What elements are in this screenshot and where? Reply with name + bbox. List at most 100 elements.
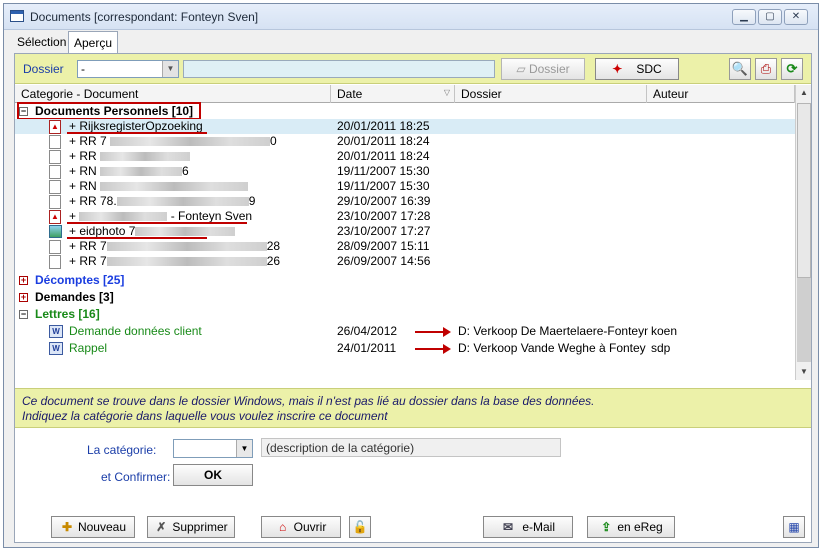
dossier-button-label: Dossier (528, 62, 570, 76)
column-header-category[interactable]: Categorie - Document (15, 85, 331, 103)
export-button[interactable]: ▦ (783, 516, 805, 538)
document-icon (49, 195, 61, 209)
table-row[interactable]: + RR 78. 9 29/10/2007 16:39 (15, 194, 795, 209)
document-date: 29/10/2007 16:39 (337, 194, 431, 208)
message-line-2: Indiquez la catégorie dans laquelle vous… (22, 409, 388, 423)
scroll-up-icon[interactable]: ▲ (796, 85, 812, 101)
apercu-panel: Dossier - ▼ ▱ Dossier ✦ SDC 🔍 ⎙ ⟳ Categor… (14, 53, 812, 543)
dossier-label: Dossier (23, 62, 64, 76)
group-row-lettres[interactable]: − Lettres [16] (15, 307, 795, 322)
table-row[interactable]: W Rappel 24/01/2011 D: Verkoop Vande Weg… (15, 341, 795, 356)
dossier-text-field[interactable] (183, 60, 495, 78)
document-icon (49, 240, 61, 254)
ereg-button[interactable]: ⇪ en eReg (587, 516, 675, 538)
title-bar: Documents [correspondant: Fonteyn Sven] … (4, 4, 818, 30)
document-dossier: D: Verkoop Vande Weghe à Fontey (458, 341, 646, 355)
expand-icon[interactable]: + (19, 293, 28, 302)
document-name: + RR 7 0 (69, 134, 277, 148)
delete-button-label: Supprimer (172, 520, 228, 534)
document-date: 19/11/2007 15:30 (337, 179, 430, 193)
refresh-icon: ⟳ (786, 61, 798, 76)
search-document-button[interactable]: 🔍 (729, 58, 751, 80)
refresh-button[interactable]: ⟳ (781, 58, 803, 80)
sort-arrow-icon: ▽ (443, 88, 450, 97)
document-name: + RR 7 28 (69, 239, 281, 253)
red-arrow-icon (415, 327, 451, 337)
bottom-toolbar: ✚ Nouveau ✗ Supprimer ⌂ Ouvrir 🔓 ✉ e-Mail ⇪… (15, 512, 811, 542)
info-message: Ce document se trouve dans le dossier Wi… (15, 388, 811, 428)
chevron-down-icon[interactable]: ▼ (162, 61, 178, 77)
table-row[interactable]: W Demande données client 26/04/2012 D: V… (15, 324, 795, 339)
sdc-button[interactable]: ✦ SDC (595, 58, 679, 80)
ereg-button-label: en eReg (617, 520, 663, 534)
message-line-1: Ce document se trouve dans le dossier Wi… (22, 394, 595, 408)
expand-icon[interactable]: + (19, 276, 28, 285)
category-select[interactable]: ▼ (173, 439, 253, 458)
column-header-date[interactable]: Date ▽ (331, 85, 455, 103)
document-name: + RR 78. 9 (69, 194, 256, 208)
scroll-track[interactable] (797, 278, 811, 362)
collapse-icon[interactable]: − (19, 310, 28, 319)
sdc-button-label: SDC (636, 62, 662, 76)
column-header-auteur[interactable]: Auteur (647, 85, 795, 103)
open-button-label: Ouvrir (293, 520, 327, 534)
document-icon (49, 150, 61, 164)
window-title: Documents [correspondant: Fonteyn Sven] (30, 10, 259, 24)
table-row[interactable]: + RR 7 28 28/09/2007 15:11 (15, 239, 795, 254)
scroll-thumb[interactable] (797, 103, 811, 278)
document-author: koen (651, 324, 678, 338)
document-date: 23/10/2007 17:28 (337, 209, 431, 223)
maximize-button[interactable]: ▢ (758, 9, 782, 25)
ok-button[interactable]: OK (173, 464, 253, 486)
new-button-label: Nouveau (77, 520, 127, 534)
table-row[interactable]: + RR 20/01/2011 18:24 (15, 149, 795, 164)
tab-selection[interactable]: Sélection (12, 31, 71, 53)
group-row-decomptes[interactable]: + Décomptes [25] (15, 273, 795, 288)
document-date: 20/01/2011 18:24 (337, 134, 430, 148)
document-date: 28/09/2007 15:11 (337, 239, 430, 253)
upload-icon: ⇪ (601, 520, 612, 534)
email-button[interactable]: ✉ e-Mail (483, 516, 573, 538)
confirm-label: et Confirmer: (101, 470, 171, 484)
new-document-icon: ✚ (61, 520, 72, 534)
category-label: La catégorie: (87, 443, 157, 457)
document-name: + RR 7 26 (69, 254, 281, 268)
pdf-icon: ⌂ (279, 520, 287, 534)
category-description: (description de la catégorie) (261, 438, 561, 457)
group-row-demandes[interactable]: + Demandes [3] (15, 290, 795, 305)
grid-header: Categorie - Document Date ▽ Dossier Auteu… (15, 85, 795, 103)
pdf-icon: ▲ (49, 120, 61, 134)
group-label: Décomptes [25] (35, 273, 125, 287)
table-row[interactable]: + RN 6 19/11/2007 15:30 (15, 164, 795, 179)
new-button[interactable]: ✚ Nouveau (51, 516, 135, 538)
document-grid: Categorie - Document Date ▽ Dossier Auteu… (15, 85, 795, 380)
magnifier-icon: 🔍 (731, 61, 749, 76)
table-row[interactable]: + RR 7 26 26/09/2007 14:56 (15, 254, 795, 269)
table-row[interactable]: + RN 19/11/2007 15:30 (15, 179, 795, 194)
image-icon (49, 225, 62, 238)
minimize-button[interactable]: ▁ (732, 9, 756, 25)
close-button[interactable]: ✕ (784, 9, 808, 25)
document-author: sdp (651, 341, 671, 355)
open-button[interactable]: ⌂ Ouvrir (261, 516, 341, 538)
folder-icon: ▱ (516, 62, 529, 76)
document-name: Demande données client (69, 324, 202, 338)
vertical-scrollbar[interactable]: ▲ ▼ (795, 85, 811, 380)
document-icon (49, 165, 61, 179)
word-document-icon: W (49, 325, 63, 338)
dossier-button[interactable]: ▱ Dossier (501, 58, 585, 80)
tab-apercu[interactable]: Aperçu (68, 31, 119, 53)
document-icon (49, 255, 61, 269)
document-icon (49, 135, 61, 149)
column-header-dossier[interactable]: Dossier (455, 85, 647, 103)
table-row[interactable]: + RR 7 0 20/01/2011 18:24 (15, 134, 795, 149)
delete-button[interactable]: ✗ Supprimer (147, 516, 235, 538)
lock-button[interactable]: 🔓 (349, 516, 371, 538)
document-name: + RN (69, 179, 249, 194)
chevron-down-icon[interactable]: ▼ (236, 440, 252, 457)
scroll-down-icon[interactable]: ▼ (796, 364, 812, 380)
email-button-label: e-Mail (522, 520, 555, 534)
dossier-select[interactable]: - ▼ (77, 60, 179, 78)
scan-button[interactable]: ⎙ (755, 58, 777, 80)
window-icon (10, 10, 24, 22)
